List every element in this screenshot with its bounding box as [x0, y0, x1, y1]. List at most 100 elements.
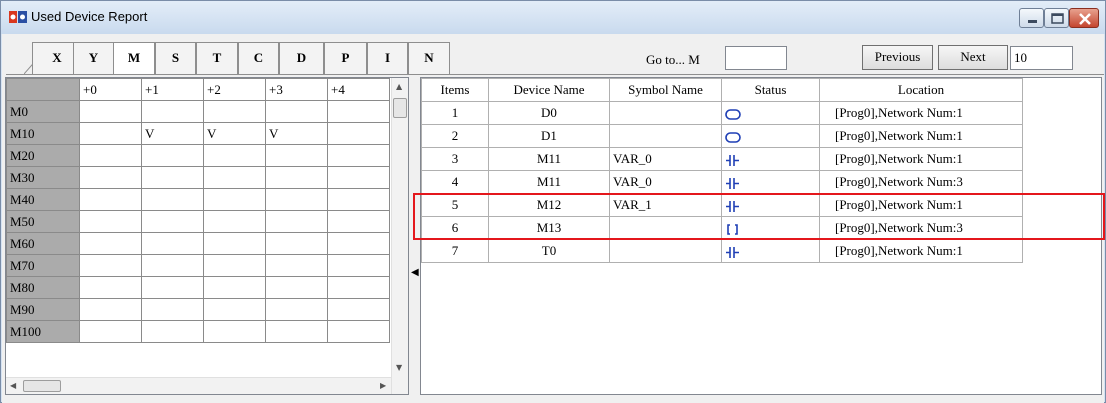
grid-cell[interactable]: [79, 166, 142, 189]
grid-cell[interactable]: [141, 188, 204, 211]
tab-n[interactable]: N: [408, 42, 450, 74]
grid-cell[interactable]: [141, 298, 204, 321]
grid-cell[interactable]: [203, 166, 266, 189]
grid-vertical-scrollbar[interactable]: ▲ ▼: [391, 78, 408, 394]
table-row[interactable]: 7 T0 [Prog0],Network Num:1: [421, 239, 1023, 263]
grid-row: M70: [6, 254, 390, 277]
grid-cell[interactable]: [79, 144, 142, 167]
tab-m[interactable]: M: [113, 42, 155, 74]
grid-cell[interactable]: [141, 100, 204, 123]
grid-cell[interactable]: [203, 276, 266, 299]
grid-cell[interactable]: [265, 232, 328, 255]
grid-cell[interactable]: [203, 320, 266, 343]
grid-cell[interactable]: [79, 298, 142, 321]
grid-row: M90: [6, 298, 390, 321]
grid-cell[interactable]: [265, 298, 328, 321]
grid-cell[interactable]: [327, 144, 390, 167]
grid-cell[interactable]: [327, 166, 390, 189]
grid-cell[interactable]: [327, 276, 390, 299]
scroll-right-icon[interactable]: ▶: [380, 381, 386, 390]
grid-column-header: +2: [203, 78, 266, 101]
grid-cell[interactable]: [79, 254, 142, 277]
grid-cell[interactable]: [265, 210, 328, 233]
grid-cell[interactable]: [141, 166, 204, 189]
grid-cell[interactable]: [327, 254, 390, 277]
table-row[interactable]: 3 M11 VAR_0 [Prog0],Network Num:1: [421, 147, 1023, 171]
grid-column-header: +3: [265, 78, 328, 101]
grid-cell[interactable]: [203, 144, 266, 167]
table-row[interactable]: 4 M11 VAR_0 [Prog0],Network Num:3: [421, 170, 1023, 194]
grid-cell[interactable]: [327, 100, 390, 123]
grid-cell[interactable]: [203, 100, 266, 123]
tab-c[interactable]: C: [238, 42, 279, 74]
grid-cell[interactable]: [79, 100, 142, 123]
grid-cell[interactable]: V: [265, 122, 328, 145]
tab-y[interactable]: Y: [73, 42, 114, 74]
grid-cell[interactable]: [203, 232, 266, 255]
grid-cell[interactable]: [327, 298, 390, 321]
grid-horizontal-thumb[interactable]: [23, 380, 61, 392]
maximize-button[interactable]: [1044, 8, 1069, 28]
grid-cell[interactable]: [265, 144, 328, 167]
table-column-header[interactable]: Device Name: [488, 78, 610, 102]
grid-cell[interactable]: [327, 210, 390, 233]
grid-row: M30: [6, 166, 390, 189]
grid-cell[interactable]: [79, 276, 142, 299]
grid-cell[interactable]: V: [203, 122, 266, 145]
grid-cell[interactable]: [79, 122, 142, 145]
report-content: XYMSTCDPIN Go to... M Previous Next 10 +…: [2, 34, 1105, 403]
grid-cell[interactable]: [265, 100, 328, 123]
scroll-left-icon[interactable]: ◀: [10, 381, 16, 390]
grid-cell[interactable]: [265, 166, 328, 189]
grid-cell[interactable]: [327, 122, 390, 145]
tab-d[interactable]: D: [279, 42, 324, 74]
grid-cell[interactable]: [327, 188, 390, 211]
grid-cell[interactable]: [141, 276, 204, 299]
minimize-button[interactable]: [1019, 8, 1044, 28]
grid-vertical-thumb[interactable]: [393, 98, 407, 118]
tab-t[interactable]: T: [196, 42, 238, 74]
table-column-header[interactable]: Items: [421, 78, 489, 102]
grid-cell[interactable]: [141, 144, 204, 167]
grid-row-header: M20: [6, 144, 80, 167]
grid-cell[interactable]: [203, 298, 266, 321]
grid-column-header: +0: [79, 78, 142, 101]
scroll-down-icon[interactable]: ▼: [396, 363, 402, 372]
grid-cell[interactable]: [141, 210, 204, 233]
grid-cell[interactable]: [327, 232, 390, 255]
collapse-left-icon[interactable]: ◀: [411, 267, 419, 278]
grid-cell[interactable]: [141, 320, 204, 343]
table-column-header[interactable]: Symbol Name: [609, 78, 722, 102]
grid-cell[interactable]: [327, 320, 390, 343]
grid-cell[interactable]: [141, 254, 204, 277]
goto-input[interactable]: [725, 46, 787, 70]
next-button[interactable]: Next: [938, 45, 1008, 70]
grid-cell[interactable]: [265, 188, 328, 211]
tab-s[interactable]: S: [155, 42, 196, 74]
grid-cell[interactable]: V: [141, 122, 204, 145]
tab-i[interactable]: I: [367, 42, 408, 74]
location-cell: [Prog0],Network Num:1: [819, 124, 1023, 148]
scroll-up-icon[interactable]: ▲: [396, 82, 402, 91]
grid-cell[interactable]: [79, 210, 142, 233]
grid-cell[interactable]: [79, 320, 142, 343]
grid-cell[interactable]: [265, 276, 328, 299]
grid-cell[interactable]: [265, 254, 328, 277]
grid-cell[interactable]: [203, 188, 266, 211]
previous-button[interactable]: Previous: [862, 45, 933, 70]
grid-cell[interactable]: [265, 320, 328, 343]
count-input[interactable]: 10: [1010, 46, 1073, 70]
grid-cell[interactable]: [203, 254, 266, 277]
tab-p[interactable]: P: [324, 42, 367, 74]
title-bar[interactable]: Used Device Report: [1, 1, 1105, 34]
table-row[interactable]: 1 D0 [Prog0],Network Num:1: [421, 101, 1023, 125]
table-column-header[interactable]: Status: [721, 78, 820, 102]
close-button[interactable]: [1069, 8, 1099, 28]
table-row[interactable]: 2 D1 [Prog0],Network Num:1: [421, 124, 1023, 148]
grid-cell[interactable]: [79, 232, 142, 255]
grid-cell[interactable]: [203, 210, 266, 233]
grid-cell[interactable]: [141, 232, 204, 255]
grid-cell[interactable]: [79, 188, 142, 211]
grid-horizontal-scrollbar[interactable]: ◀ ▶: [6, 377, 391, 394]
table-column-header[interactable]: Location: [819, 78, 1023, 102]
